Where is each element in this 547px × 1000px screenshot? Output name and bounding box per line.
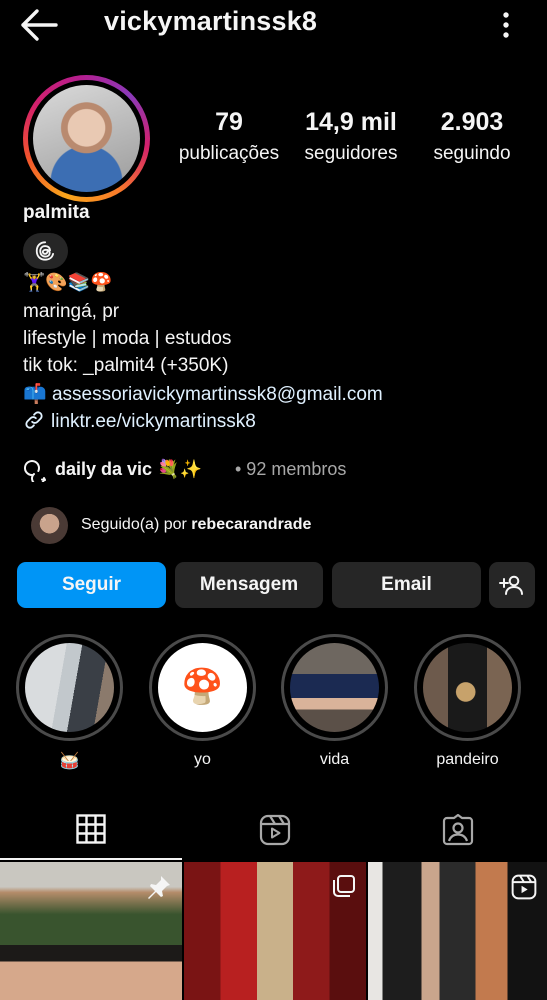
bio-email[interactable]: assessoriavickymartinssk8@gmail.com: [52, 384, 383, 405]
bio-tiktok: tik tok: _palmit4 (+350K): [23, 355, 229, 376]
carousel-icon: [333, 875, 355, 897]
channel-members: • 92 membros: [235, 459, 347, 479]
message-button[interactable]: Mensagem: [175, 562, 323, 608]
highlight-label: yo: [194, 751, 211, 768]
stat-following-value: 2.903: [440, 108, 504, 136]
mushroom-icon: 🍄: [158, 643, 247, 732]
stat-following[interactable]: 2.903 seguindo: [428, 108, 516, 165]
pin-icon: [148, 876, 170, 899]
bio-emojis: 🏋️‍♀️🎨📚🍄: [23, 272, 113, 292]
stat-followers-value: 14,9 mil: [305, 108, 397, 136]
threads-badge[interactable]: [23, 233, 68, 269]
stat-posts[interactable]: 79 publicações: [176, 108, 282, 165]
bio-email-row[interactable]: 📫 assessoriavickymartinssk8@gmail.com: [23, 382, 383, 406]
followed-by-user: rebecarandrade: [191, 516, 312, 533]
bio-link[interactable]: linktr.ee/vickymartinssk8: [51, 411, 256, 432]
follow-button[interactable]: Seguir: [17, 562, 166, 608]
highlight-ring: [16, 634, 123, 741]
highlight-cover: [25, 643, 114, 732]
active-tab-indicator: [0, 858, 182, 860]
threads-icon: [35, 241, 54, 261]
followed-by-text[interactable]: Seguido(a) por rebecarandrade: [81, 516, 311, 534]
highlight-label: pandeiro: [436, 751, 499, 768]
tab-tagged[interactable]: [366, 808, 547, 858]
back-arrow-icon[interactable]: [20, 8, 60, 42]
reels-icon: [259, 814, 291, 846]
tab-reels[interactable]: [183, 808, 365, 858]
email-button[interactable]: Email: [332, 562, 481, 608]
followed-by-prefix: Seguido(a) por: [81, 516, 187, 533]
highlight-pandeiro[interactable]: pandeiro: [414, 634, 521, 769]
highlight-ring: [281, 634, 388, 741]
highlight-cover: [290, 643, 379, 732]
profile-tabs: [0, 800, 547, 860]
avatar-photo: [33, 85, 140, 192]
stat-posts-value: 79: [215, 108, 243, 136]
post-thumbnail[interactable]: [184, 862, 366, 1000]
highlight-cover: [423, 643, 512, 732]
stat-following-label: seguindo: [433, 143, 511, 164]
highlight-label: 🥁: [59, 753, 80, 770]
reels-icon: [511, 874, 537, 900]
mailbox-icon: 📫: [23, 384, 47, 405]
highlight-ring: [414, 634, 521, 741]
channel-icon: [23, 460, 46, 482]
post-thumbnail[interactable]: [368, 862, 547, 1000]
bio-link-row[interactable]: linktr.ee/vickymartinssk8: [23, 409, 256, 433]
more-options-icon[interactable]: [494, 9, 518, 41]
suggest-users-button[interactable]: [489, 562, 535, 608]
tab-grid[interactable]: [0, 808, 182, 858]
highlight-ring: 🍄: [149, 634, 256, 741]
add-person-icon: [499, 575, 523, 595]
profile-avatar[interactable]: [23, 75, 150, 202]
grid-icon: [76, 814, 106, 844]
highlight-drum[interactable]: 🥁: [16, 634, 123, 771]
stat-followers[interactable]: 14,9 mil seguidores: [300, 108, 402, 165]
highlight-label: vida: [319, 751, 350, 768]
display-name: palmita: [23, 202, 90, 223]
stat-followers-label: seguidores: [304, 143, 398, 164]
mutual-follower-avatar[interactable]: [31, 507, 68, 544]
profile-username: vickymartinssk8: [104, 6, 318, 36]
post-thumbnail[interactable]: [0, 862, 182, 1000]
highlight-vida[interactable]: vida: [281, 634, 388, 769]
highlight-yo[interactable]: 🍄 yo: [149, 634, 256, 769]
tagged-icon: [442, 814, 474, 846]
top-bar: vickymartinssk8: [0, 0, 547, 50]
link-icon: [25, 411, 43, 429]
stat-posts-label: publicações: [178, 143, 280, 164]
channel-name: daily da vic 💐✨: [55, 459, 202, 479]
bio-location: maringá, pr: [23, 301, 120, 322]
bio-tagline: lifestyle | moda | estudos: [23, 328, 232, 349]
